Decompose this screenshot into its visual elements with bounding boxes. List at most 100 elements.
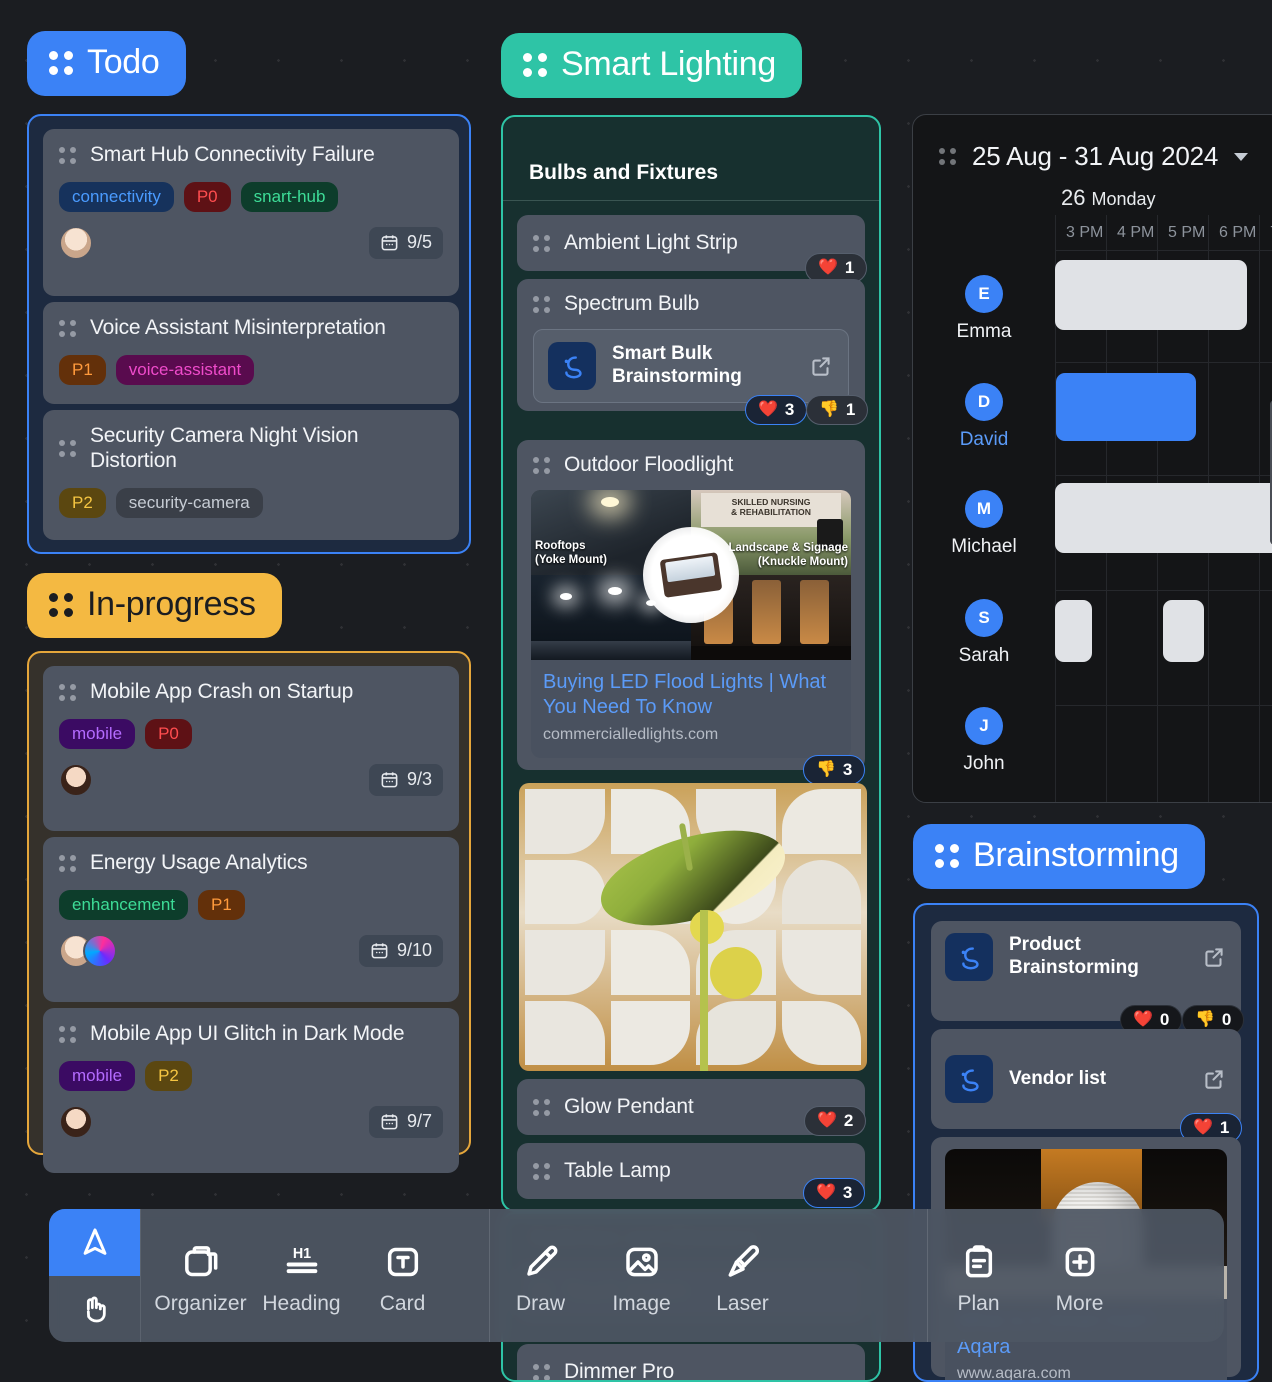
tag[interactable]: enhancement [59,889,189,921]
due-date-badge[interactable]: 9/5 [368,227,443,260]
drag-handle-icon[interactable] [59,146,76,164]
toolbar-card-button[interactable]: Card [352,1209,453,1342]
tag[interactable]: snart-hub [240,181,339,213]
toolbar-heading-button[interactable]: H1 Heading [251,1209,352,1342]
card-smart-hub[interactable]: Smart Hub Connectivity Failure connectiv… [43,129,459,296]
tag[interactable]: security-camera [115,487,263,518]
in-progress-frame[interactable]: Mobile App Crash on Startup mobile P0 9/… [27,651,471,1173]
tag[interactable]: connectivity [59,181,174,213]
section-pill-in-progress[interactable]: In-progress [27,573,282,638]
card-security-camera[interactable]: Security Camera Night Vision Distortion … [43,410,459,540]
smart-lighting-frame[interactable]: Bulbs and Fixtures Ambient Light Strip ❤… [501,115,881,1212]
reaction-thumbs-down[interactable]: 👎 1 [806,395,869,425]
reaction-thumbs-down[interactable]: 👎 3 [803,755,866,785]
section-pill-smart-lighting[interactable]: Smart Lighting [501,33,803,98]
drag-handle-icon[interactable] [533,295,550,313]
calendar-person-john[interactable]: J John [913,707,1055,775]
hand-tool-button[interactable] [49,1276,140,1343]
item-title: Ambient Light Strip [564,230,738,254]
reaction-heart[interactable]: ❤️ 3 [745,395,808,425]
toolbar-group-content[interactable]: Organizer H1 Heading Card [141,1209,453,1342]
tag[interactable]: mobile [59,718,136,750]
tag[interactable]: voice-assistant [115,354,255,386]
drag-handle-icon[interactable] [59,440,76,458]
avatar[interactable] [83,934,117,969]
section-pill-brainstorming[interactable]: Brainstorming [913,824,1205,889]
calendar-person-sarah[interactable]: S Sarah [913,599,1055,667]
toolbar-group-draw[interactable]: Draw Image Laser [489,1209,793,1342]
avatar[interactable] [59,1105,93,1140]
due-date-badge[interactable]: 9/7 [368,1106,443,1139]
assignee-avatars[interactable] [59,226,93,261]
tag[interactable]: P0 [145,718,192,750]
link-title[interactable]: Buying LED Flood Lights | What You Need … [543,670,839,721]
due-date-badge[interactable]: 9/3 [368,764,443,797]
item-spectrum-bulb[interactable]: Spectrum Bulb Smart Bulk Brainstorming [517,279,865,411]
avatar[interactable] [59,226,93,261]
link-preview-floodlight[interactable]: Rooftops (Yoke Mount) SKILLED NURSING & RE… [531,489,851,758]
item-dimmer-pro[interactable]: Dimmer Pro [517,1344,865,1380]
tag[interactable]: P1 [59,354,106,386]
external-link-icon[interactable] [808,353,834,379]
drag-handle-icon[interactable] [533,1098,550,1116]
item-outdoor-floodlight[interactable]: Outdoor Floodlight Rooftops (Yoke Mount) … [517,440,865,770]
calendar-person-emma[interactable]: E Emma [913,275,1055,343]
drag-handle-icon[interactable] [533,234,550,252]
calendar-grid[interactable]: 3 PM 4 PM 5 PM 6 PM 7 PM [1055,215,1272,802]
tag[interactable]: mobile [59,1060,136,1092]
drag-handle-icon[interactable] [59,683,76,701]
reaction-heart[interactable]: ❤️ 2 [804,1106,867,1136]
tag[interactable]: P2 [145,1060,192,1092]
card-mobile-crash[interactable]: Mobile App Crash on Startup mobile P0 9/… [43,666,459,831]
assignee-avatars[interactable] [59,763,93,798]
calendar-person-david[interactable]: D David [913,383,1055,451]
calendar-event[interactable] [1163,600,1204,662]
drag-handle-icon[interactable] [533,456,550,474]
chevron-down-icon[interactable] [1234,152,1249,161]
external-link-icon[interactable] [1201,1066,1227,1092]
toolbar-image-button[interactable]: Image [591,1209,692,1342]
toolbar-draw-button[interactable]: Draw [490,1209,591,1342]
bottom-toolbar[interactable]: Organizer H1 Heading Card Draw Image Las… [49,1209,1224,1342]
tag[interactable]: P1 [198,889,245,921]
select-tool-button[interactable] [49,1209,140,1276]
toolbar-group-more[interactable]: Plan More [927,1209,1130,1342]
card-voice-assistant[interactable]: Voice Assistant Misinterpretation P1 voi… [43,302,459,404]
toolbar-more-button[interactable]: More [1029,1209,1130,1342]
drag-handle-icon[interactable] [533,1162,550,1180]
toolbar-organizer-button[interactable]: Organizer [150,1209,251,1342]
board-canvas[interactable]: Todo Smart Hub Connectivity Failure conn… [0,0,1272,1382]
image-card-pendant-lamp[interactable] [519,783,867,1071]
drag-handle-icon[interactable] [59,319,76,337]
calendar-person-michael[interactable]: M Michael [913,490,1055,558]
calendar-event[interactable] [1056,373,1196,441]
section-pill-todo[interactable]: Todo [27,31,186,96]
doc-card[interactable]: Vendor list [945,1041,1227,1117]
toolbar-mode-group[interactable] [49,1209,141,1342]
avatar[interactable] [59,763,93,798]
assignee-avatars[interactable] [59,934,117,969]
drag-handle-icon[interactable] [59,854,76,872]
drag-handle-icon[interactable] [939,148,956,165]
drag-handle-icon[interactable] [59,1025,76,1043]
card-mobile-ui-glitch[interactable]: Mobile App UI Glitch in Dark Mode mobile… [43,1008,459,1173]
tag[interactable]: P0 [183,181,231,213]
calendar-event[interactable] [1055,483,1272,553]
external-link-icon[interactable] [1201,944,1227,970]
drag-handle-icon[interactable] [533,1363,550,1380]
calendar-panel[interactable]: 25 Aug - 31 Aug 2024 26 Monday 3 PM 4 PM … [912,114,1272,803]
toolbar-plan-button[interactable]: Plan [928,1209,1029,1342]
card-energy-analytics[interactable]: Energy Usage Analytics enhancement P1 9/… [43,837,459,1002]
calendar-event[interactable] [1055,260,1247,330]
grid-line [1055,590,1272,591]
due-date-badge[interactable]: 9/10 [358,935,443,968]
doc-card-smart-bulk[interactable]: Smart Bulk Brainstorming [533,328,849,403]
toolbar-laser-button[interactable]: Laser [692,1209,793,1342]
assignee-avatars[interactable] [59,1105,93,1140]
calendar-event[interactable] [1055,600,1092,662]
reaction-heart[interactable]: ❤️ 3 [803,1178,866,1208]
todo-frame[interactable]: Smart Hub Connectivity Failure connectiv… [27,114,471,554]
doc-card[interactable]: Product Brainstorming [945,933,1227,981]
calendar-header[interactable]: 25 Aug - 31 Aug 2024 [913,115,1272,172]
tag[interactable]: P2 [59,487,106,518]
